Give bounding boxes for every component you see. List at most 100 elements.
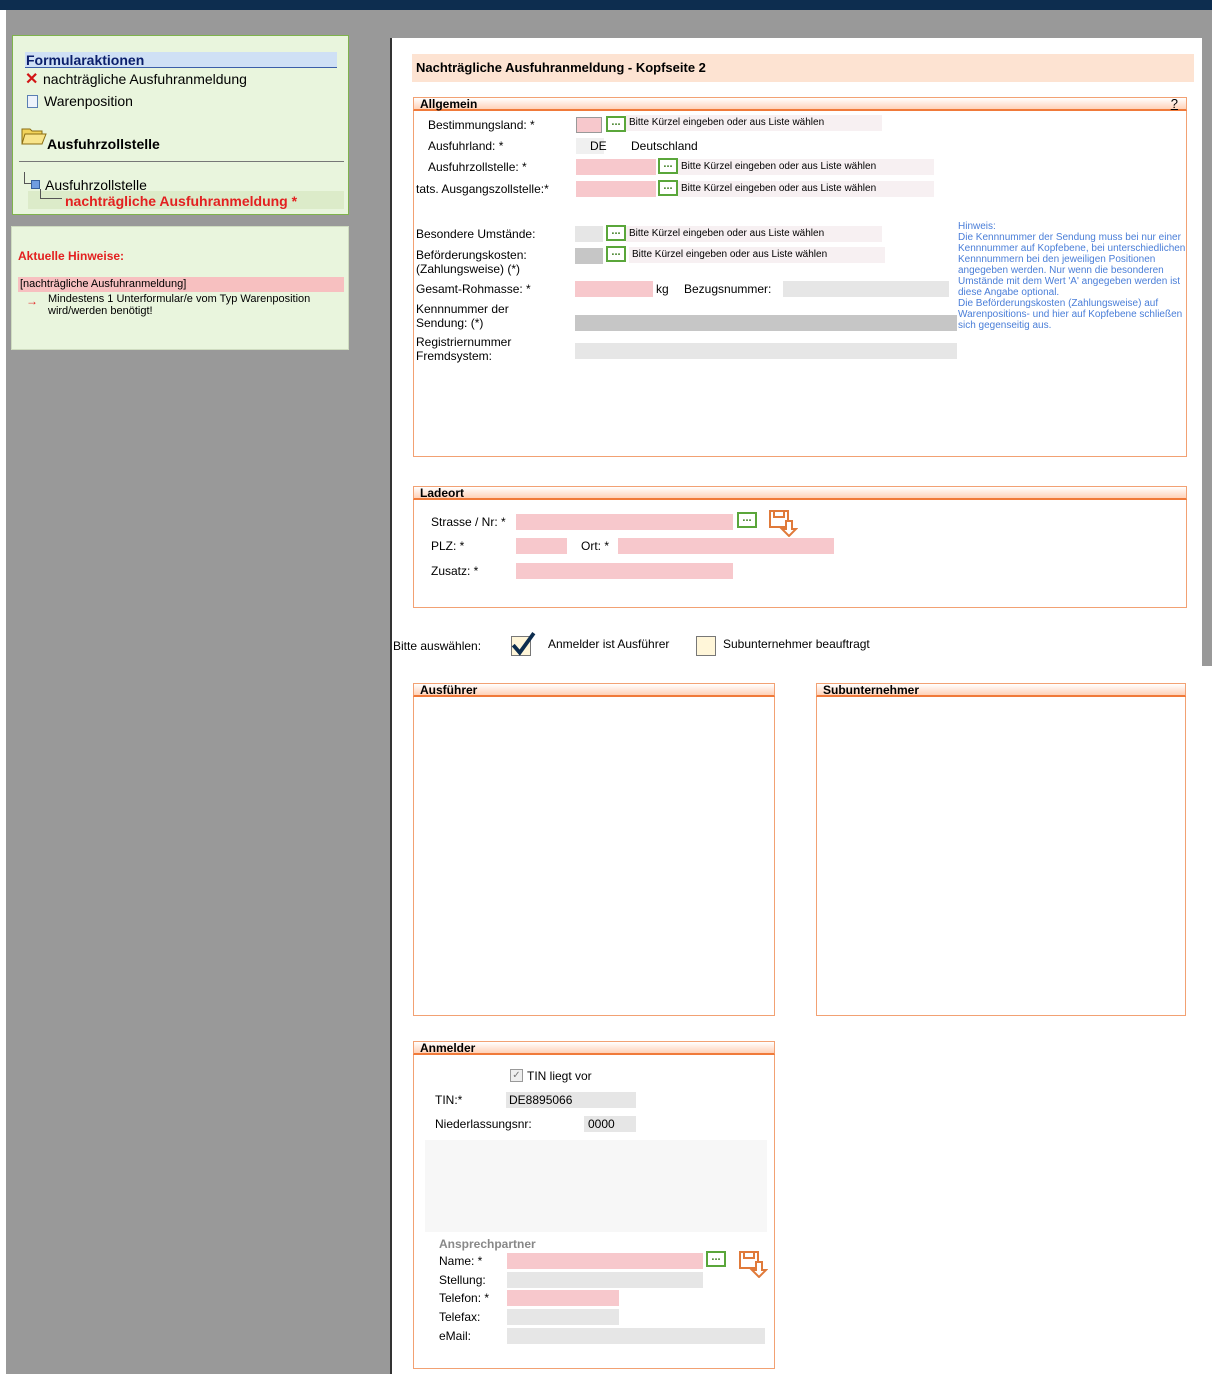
document-icon [27,95,38,108]
ausfuhrland-name: Deutschland [631,139,698,153]
arrow-right-icon: → [26,294,38,308]
rohmasse-input[interactable] [575,281,653,297]
label-befoerderungskosten: Beförderungskosten: [416,248,527,262]
label-name: Name: * [439,1254,483,1268]
nav-item-warenposition[interactable]: Warenposition [25,92,133,110]
address-book-icon[interactable] [768,509,798,537]
ausfuhrzollstelle-hint: Bitte Kürzel eingeben oder aus Liste wäh… [678,159,934,175]
niederlassungsnr-input[interactable]: 0000 [584,1116,636,1132]
page-title: Nachträgliche Ausfuhranmeldung - Kopfsei… [412,54,1194,82]
fieldset-ausfuehrer: Ausführer [413,683,775,1016]
ort-input[interactable] [618,538,834,554]
label-kennnummer: Kennnummer der [416,302,509,316]
fieldset-subunternehmer: Subunternehmer [816,683,1186,1016]
label-ausfuhrland: Ausfuhrland: * [428,139,504,153]
label-zahlungsweise: (Zahlungsweise) (*) [416,262,521,276]
tree-item-selected[interactable]: nachträgliche Ausfuhranmeldung * [65,193,297,209]
gutter [378,38,390,1374]
zusatz-input[interactable] [516,563,733,579]
gutter [1202,38,1212,666]
label-sendung: Sendung: (*) [416,316,484,330]
tree-node-icon[interactable] [31,180,40,189]
label-telefax: Telefax: [439,1310,481,1324]
label-telefon: Telefon: * [439,1291,490,1305]
tin-checkbox[interactable]: ✓ [510,1069,523,1082]
hints-message: Mindestens 1 Unterformular/e vom Typ War… [48,293,311,317]
email-input[interactable] [507,1328,765,1344]
close-icon: ✕ [25,71,39,88]
tree-line [40,189,62,199]
label-subunternehmer-beauftragt: Subunternehmer beauftragt [723,637,870,651]
umstaende-hint: Bitte Kürzel eingeben oder aus Liste wäh… [626,226,882,242]
ausfuhrzollstelle-input[interactable] [576,159,656,175]
name-picker-button[interactable]: ... [706,1251,726,1267]
hints-context[interactable]: [nachträgliche Ausfuhranmeldung] [18,277,344,292]
label-strasse: Strasse / Nr: * [431,515,506,529]
hints-panel: Aktuelle Hinweise: [nachträgliche Ausfuh… [11,226,349,350]
label-ausfuhrzollstelle: Ausfuhrzollstelle: * [428,160,527,174]
ausgangszollstelle-picker-button[interactable]: ... [658,180,678,196]
divider [19,161,344,162]
bestimmungsland-input[interactable] [576,117,602,133]
ausgangszollstelle-hint: Bitte Kürzel eingeben oder aus Liste wäh… [678,181,934,197]
label-rohmasse: Gesamt-Rohmasse: * [416,282,531,296]
checkmark-icon [511,632,536,656]
anmelder-ist-ausfuehrer-checkbox[interactable] [511,632,536,656]
bezugsnummer-input[interactable] [783,281,949,297]
name-input[interactable] [507,1253,703,1269]
label-auswahl: Bitte auswählen: [393,639,482,653]
label-tin: TIN:* [435,1093,463,1107]
ausgangszollstelle-input[interactable] [576,181,656,197]
hint-note: Hinweis: Die Kennnummer der Sendung muss… [958,221,1186,331]
label-zusatz: Zusatz: * [431,564,479,578]
strasse-picker-button[interactable]: ... [737,512,757,528]
legend-anmelder: Anmelder [413,1041,775,1055]
label-niederlassungsnr: Niederlassungsnr: [435,1117,532,1131]
hints-title: Aktuelle Hinweise: [18,249,125,263]
tree-line [24,172,31,184]
ausfuhrzollstelle-picker-button[interactable]: ... [658,158,678,174]
label-anmelder-ist-ausfuehrer: Anmelder ist Ausführer [548,637,670,651]
befoerderungskosten-hint: Bitte Kürzel eingeben oder aus Liste wäh… [629,247,885,263]
strasse-input[interactable] [516,514,733,530]
empty-area [425,1140,767,1232]
umstaende-input[interactable] [575,226,603,242]
telefon-input[interactable] [507,1290,619,1306]
telefax-input[interactable] [507,1309,619,1325]
label-besondere-umstaende: Besondere Umstände: [416,227,536,241]
ausfuhrland-input[interactable]: DE [576,138,607,154]
tin-input[interactable]: DE8895066 [506,1092,636,1108]
bestimmungsland-hint: Bitte Kürzel eingeben oder aus Liste wäh… [626,115,882,131]
form-actions-panel: Formularaktionen ✕ nachträgliche Ausfuhra… [12,35,349,215]
ansprechpartner-title: Ansprechpartner [439,1237,536,1251]
label-bestimmungsland: Bestimmungsland: * [428,118,535,132]
label-ausgangszollstelle: tats. Ausgangszollstelle:* [416,182,549,196]
bestimmungsland-picker-button[interactable]: ... [606,116,626,132]
rohmasse-unit: kg [656,282,669,296]
legend-subunternehmer: Subunternehmer [816,683,1186,697]
legend-allgemein: Allgemein [413,97,1187,111]
label-plz: PLZ: * [431,539,465,553]
legend-ausfuehrer: Ausführer [413,683,775,697]
kennnummer-input[interactable] [575,315,957,331]
gutter [378,10,1212,38]
address-book-icon[interactable] [738,1250,768,1278]
legend-ladeort: Ladeort [413,486,1187,500]
label-bezugsnummer: Bezugsnummer: [684,282,772,296]
label-email: eMail: [439,1329,472,1343]
form-actions-title: Formularaktionen [25,52,337,68]
label-registriernummer: Registriernummer [416,335,512,349]
befoerderungskosten-picker-button[interactable]: ... [606,246,626,262]
registriernummer-input[interactable] [575,343,957,359]
help-link[interactable]: ? [1171,96,1178,111]
umstaende-picker-button[interactable]: ... [606,225,626,241]
label-fremdsystem: Fremdsystem: [416,349,493,363]
nav-item-ausfuhranmeldung[interactable]: ✕ nachträgliche Ausfuhranmeldung [25,70,247,88]
stellung-input[interactable] [507,1272,703,1288]
folder-open-icon [21,128,47,145]
plz-input[interactable] [516,538,567,554]
top-bar [0,0,1212,10]
subunternehmer-checkbox[interactable] [696,636,716,656]
label-stellung: Stellung: [439,1273,486,1287]
befoerderungskosten-input[interactable] [575,248,603,264]
